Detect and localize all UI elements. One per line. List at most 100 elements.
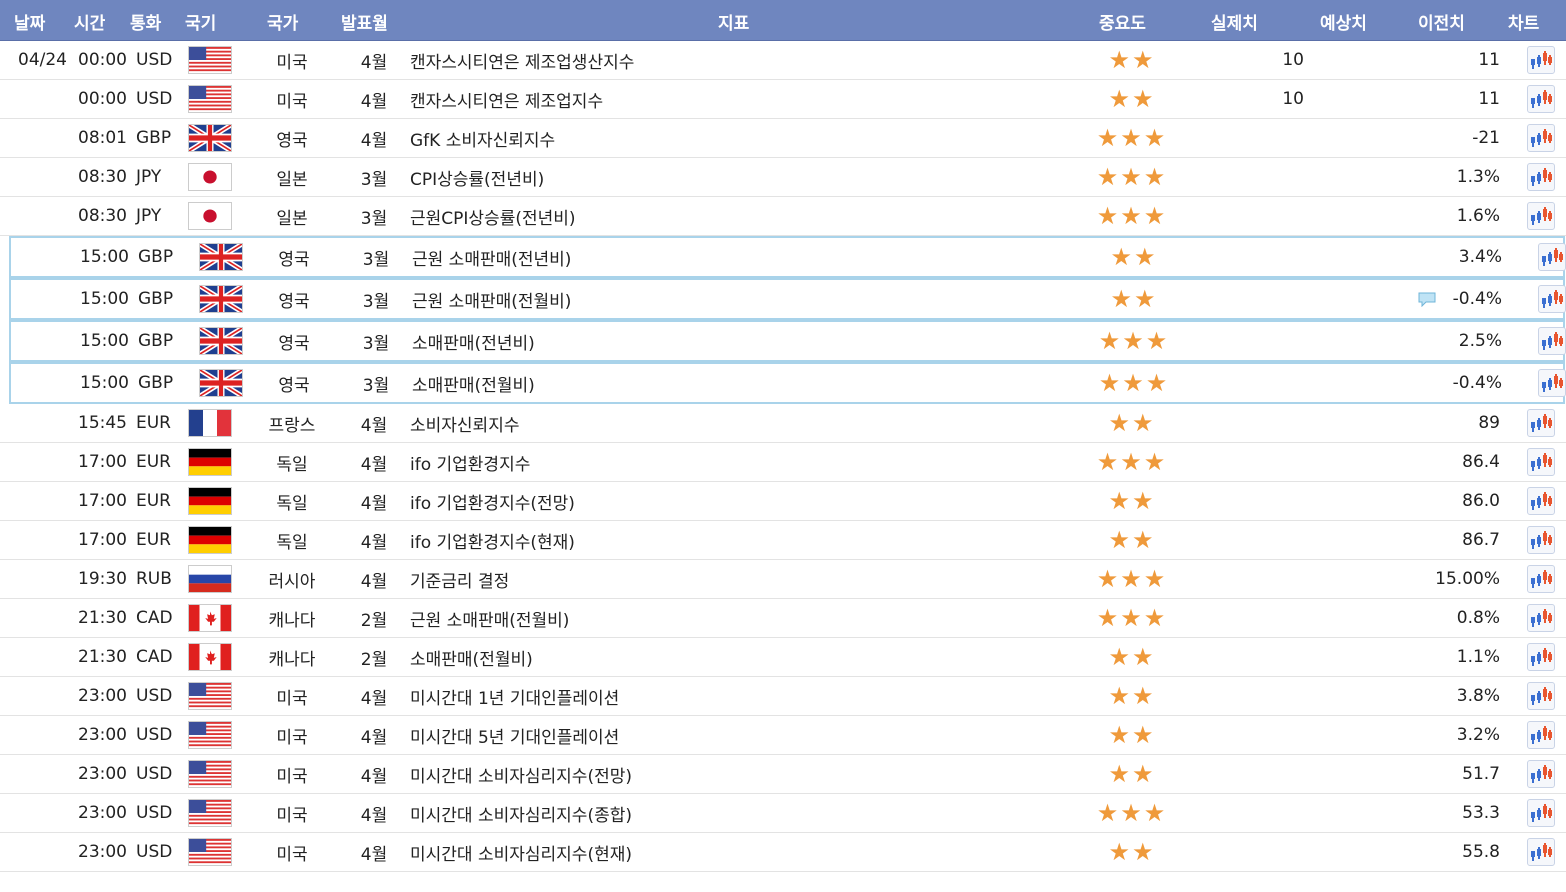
row-previous: 86.7 [1462,530,1500,550]
comment-icon[interactable] [1417,291,1437,308]
header-country[interactable]: 국가 [267,9,298,34]
row-time: 23:00 [78,842,127,862]
chart-icon[interactable] [1538,327,1566,355]
table-row[interactable]: 23:00 USD 미국 4월 미시간대 1년 기대인플레이션 ★★ 3.8% [0,677,1566,716]
row-indicator-link[interactable]: 근원CPI상승률(전년비) [410,197,576,235]
row-currency: JPY [136,206,162,226]
row-indicator-link[interactable]: 미시간대 소비자심리지수(전망) [410,755,632,793]
row-indicator-link[interactable]: 미시간대 소비자심리지수(종합) [410,794,632,832]
chart-icon[interactable] [1527,643,1555,671]
row-forecast [1310,794,1400,832]
table-row[interactable]: 17:00 EUR 독일 4월 ifo 기업환경지수 ★★★ 86.4 [0,443,1566,482]
row-indicator-link[interactable]: 소매판매(전년비) [412,322,535,360]
chart-icon[interactable] [1527,202,1555,230]
chart-icon[interactable] [1538,285,1566,313]
chart-icon[interactable] [1527,448,1555,476]
header-time[interactable]: 시간 [74,9,105,34]
chart-icon[interactable] [1527,604,1555,632]
row-forecast [1312,280,1402,318]
row-indicator-link[interactable]: ifo 기업환경지수 [410,443,530,481]
chart-icon[interactable] [1538,369,1566,397]
table-row[interactable]: 15:00 GBP 영국 3월 근원 소매판매(전월비) ★★ -0.4% [9,278,1566,320]
row-indicator-link[interactable]: 캔자스시티연은 제조업생산지수 [410,41,634,79]
table-row[interactable]: 15:45 EUR 프랑스 4월 소비자신뢰지수 ★★ 89 [0,404,1566,443]
table-row[interactable]: 15:00 GBP 영국 3월 소매판매(전년비) ★★★ 2.5% [9,320,1566,362]
table-row[interactable]: 21:30 CAD 캐나다 2월 근원 소매판매(전월비) ★★★ 0.8% [0,599,1566,638]
chart-icon[interactable] [1527,409,1555,437]
chart-icon[interactable] [1527,721,1555,749]
flag-us-icon [188,721,232,749]
row-currency: USD [136,686,173,706]
header-flag: 국기 [185,14,217,34]
chart-icon[interactable] [1527,163,1555,191]
row-indicator-link[interactable]: 미시간대 5년 기대인플레이션 [410,716,619,754]
row-currency: RUB [136,569,172,589]
header-month[interactable]: 발표월 [341,9,388,34]
row-indicator-link[interactable]: 근원 소매판매(전년비) [412,238,571,276]
row-indicator-link[interactable]: 소매판매(전월비) [410,638,533,676]
table-row[interactable]: 19:30 RUB 러시아 4월 기준금리 결정 ★★★ 15.00% [0,560,1566,599]
row-country: 캐나다 [268,649,316,670]
table-row[interactable]: 21:30 CAD 캐나다 2월 소매판매(전월비) ★★ 1.1% [0,638,1566,677]
row-indicator-link[interactable]: 기준금리 결정 [410,560,509,598]
row-indicator-link[interactable]: 근원 소매판매(전월비) [412,280,571,318]
chart-icon[interactable] [1527,46,1555,74]
row-previous: 3.8% [1456,686,1500,706]
row-indicator-link[interactable]: 소매판매(전월비) [412,364,535,402]
chart-icon[interactable] [1527,838,1555,866]
row-time: 15:00 [80,373,129,393]
header-importance[interactable]: 중요도 [1099,9,1146,34]
table-row[interactable]: 23:00 USD 미국 4월 미시간대 소비자심리지수(현재) ★★ 55.8 [0,833,1566,872]
chart-icon[interactable] [1527,85,1555,113]
chart-icon[interactable] [1527,487,1555,515]
header-indicator[interactable]: 지표 [718,9,749,34]
row-indicator-link[interactable]: 근원 소매판매(전월비) [410,599,569,637]
row-country: 일본 [276,208,308,229]
flag-gb-icon [199,369,243,397]
row-time: 15:00 [80,247,129,267]
row-time: 23:00 [78,686,127,706]
flag-ca-icon [188,643,232,671]
chart-icon[interactable] [1538,243,1566,271]
chart-icon[interactable] [1527,124,1555,152]
row-currency: GBP [138,247,174,267]
row-indicator-link[interactable]: ifo 기업환경지수(전망) [410,482,575,520]
importance-stars-icon: ★★ [1108,721,1156,749]
row-country: 미국 [276,805,308,826]
table-row[interactable]: 04/24 00:00 USD 미국 4월 캔자스시티연은 제조업생산지수 ★★ 10 11 [0,41,1566,80]
table-row[interactable]: 15:00 GBP 영국 3월 소매판매(전월비) ★★★ -0.4% [9,362,1566,404]
importance-stars-icon: ★★ [1108,409,1156,437]
row-time: 15:00 [80,331,129,351]
header-date[interactable]: 날짜 [14,9,45,34]
table-row[interactable]: 17:00 EUR 독일 4월 ifo 기업환경지수(현재) ★★ 86.7 [0,521,1566,560]
chart-icon[interactable] [1527,526,1555,554]
row-time: 17:00 [78,491,127,511]
table-row[interactable]: 15:00 GBP 영국 3월 근원 소매판매(전년비) ★★ 3.4% [9,236,1566,278]
chart-icon[interactable] [1527,760,1555,788]
row-forecast [1310,80,1400,118]
row-month: 4월 [360,727,388,748]
chart-icon[interactable] [1527,565,1555,593]
table-row[interactable]: 23:00 USD 미국 4월 미시간대 5년 기대인플레이션 ★★ 3.2% [0,716,1566,755]
row-previous: 1.1% [1456,647,1500,667]
row-indicator-link[interactable]: 미시간대 소비자심리지수(현재) [410,833,632,871]
row-indicator-link[interactable]: ifo 기업환경지수(현재) [410,521,575,559]
row-time: 19:30 [78,569,127,589]
table-row[interactable]: 08:01 GBP 영국 4월 GfK 소비자신뢰지수 ★★★ -21 [0,119,1566,158]
flag-de-icon [188,526,232,554]
row-indicator-link[interactable]: 미시간대 1년 기대인플레이션 [410,677,619,715]
table-row[interactable]: 23:00 USD 미국 4월 미시간대 소비자심리지수(종합) ★★★ 53.3 [0,794,1566,833]
row-currency: GBP [138,373,174,393]
chart-icon[interactable] [1527,799,1555,827]
row-indicator-link[interactable]: 소비자신뢰지수 [410,404,519,442]
table-row[interactable]: 00:00 USD 미국 4월 캔자스시티연은 제조업지수 ★★ 10 11 [0,80,1566,119]
row-indicator-link[interactable]: CPI상승률(전년비) [410,158,544,196]
row-indicator-link[interactable]: GfK 소비자신뢰지수 [410,119,555,157]
chart-icon[interactable] [1527,682,1555,710]
table-row[interactable]: 23:00 USD 미국 4월 미시간대 소비자심리지수(전망) ★★ 51.7 [0,755,1566,794]
header-currency[interactable]: 통화 [130,9,161,34]
row-indicator-link[interactable]: 캔자스시티연은 제조업지수 [410,80,603,118]
table-row[interactable]: 08:30 JPY 일본 3월 CPI상승률(전년비) ★★★ 1.3% [0,158,1566,197]
table-row[interactable]: 17:00 EUR 독일 4월 ifo 기업환경지수(전망) ★★ 86.0 [0,482,1566,521]
table-row[interactable]: 08:30 JPY 일본 3월 근원CPI상승률(전년비) ★★★ 1.6% [0,197,1566,236]
